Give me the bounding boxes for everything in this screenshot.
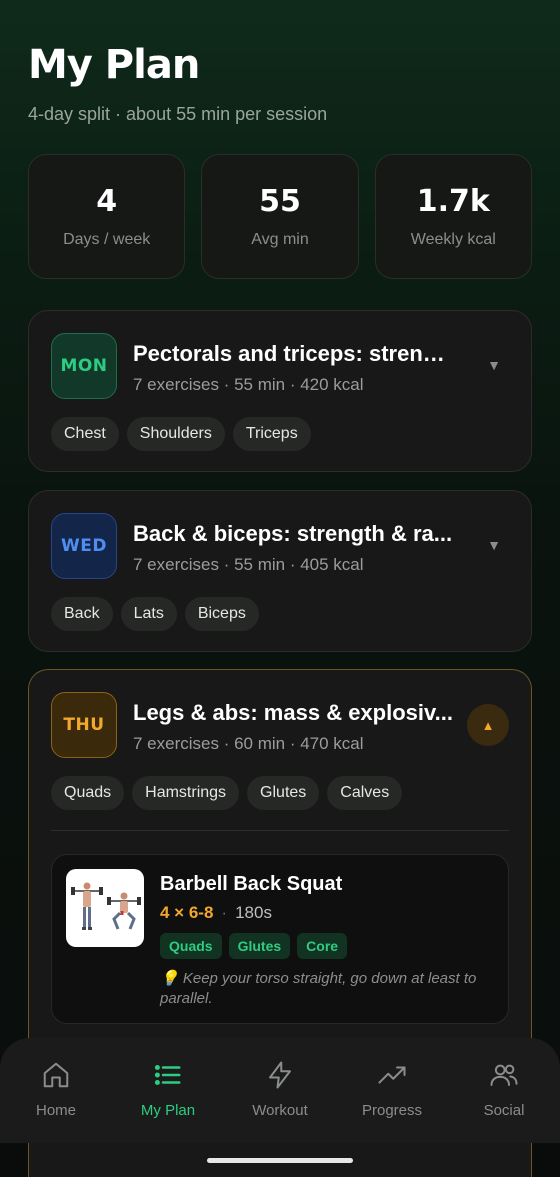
muscle-tag: Quads <box>51 776 125 810</box>
divider <box>51 830 509 831</box>
trending-up-icon <box>378 1066 406 1084</box>
chevron-down-icon[interactable]: ▼ <box>487 357 501 373</box>
stat-value: 55 <box>259 184 301 219</box>
stat-value: 4 <box>96 184 118 219</box>
muscle-tag: Shoulders <box>126 417 225 451</box>
page-title: My Plan <box>28 42 200 88</box>
stat-days-per-week: 4 Days / week <box>28 154 186 279</box>
nav-social[interactable]: Social <box>454 1060 554 1119</box>
muscle-tag: Back <box>51 597 113 631</box>
nav-workout[interactable]: Workout <box>230 1060 330 1119</box>
day-card-title: Back & biceps: strength & ra... <box>133 521 453 546</box>
nav-label: Progress <box>361 1102 423 1119</box>
day-card-title: Legs & abs: mass & explosiv... <box>133 700 453 725</box>
nav-label: My Plan <box>140 1102 196 1119</box>
stat-label: Avg min <box>251 231 309 248</box>
list-icon <box>154 1065 181 1085</box>
exercise-rest: 180s <box>235 903 272 922</box>
muscle-tags: Quads Hamstrings Glutes Calves <box>51 776 403 810</box>
lightning-icon <box>269 1061 291 1089</box>
muscle-tag: Biceps <box>184 597 259 631</box>
day-badge: MON <box>51 333 117 399</box>
stat-avg-min: 55 Avg min <box>201 154 359 279</box>
page-subtitle: 4-day split · about 55 min per session <box>28 104 328 124</box>
nav-home[interactable]: Home <box>6 1060 106 1119</box>
muscle-tag: Calves <box>327 776 403 810</box>
muscle-tag: Hamstrings <box>132 776 240 810</box>
nav-label: Home <box>35 1102 76 1119</box>
stat-weekly-kcal: 1.7k Weekly kcal <box>374 154 532 279</box>
stat-label: Days / week <box>63 231 151 248</box>
exercise-sets: 4 × 6-8 <box>160 903 214 922</box>
exercise-muscle-tag: Core <box>297 933 348 959</box>
bottom-nav: Home My Plan Workout Progress Social <box>0 1038 560 1143</box>
nav-label: Workout <box>252 1102 308 1119</box>
chevron-up-icon[interactable]: ▲ <box>467 704 509 746</box>
page-header: My Plan 4-day split · about 55 min per s… <box>28 42 532 125</box>
day-badge: WED <box>51 513 117 579</box>
day-card-wed[interactable]: WED Back & biceps: strength & ra... 7 ex… <box>28 490 532 652</box>
exercise-muscle-tags: Quads Glutes Core <box>160 933 348 959</box>
nav-label: Social <box>483 1102 525 1119</box>
muscle-tag: Lats <box>120 597 177 631</box>
exercise-thumbnail <box>66 869 144 947</box>
muscle-tags: Chest Shoulders Triceps <box>51 417 311 451</box>
nav-progress[interactable]: Progress <box>342 1060 442 1119</box>
muscle-tag: Chest <box>51 417 119 451</box>
stat-label: Weekly kcal <box>410 231 496 248</box>
muscle-tags: Back Lats Biceps <box>51 597 259 631</box>
home-indicator <box>207 1158 353 1163</box>
home-icon <box>43 1062 69 1088</box>
stat-value: 1.7k <box>416 184 490 219</box>
muscle-tag: Glutes <box>247 776 320 810</box>
day-card-meta: 7 exercises · 55 min · 405 kcal <box>133 555 364 574</box>
users-icon <box>490 1064 518 1086</box>
separator: · <box>221 903 228 922</box>
exercise-name: Barbell Back Squat <box>160 873 343 895</box>
exercise-muscle-tag: Glutes <box>228 933 291 959</box>
day-card-meta: 7 exercises · 60 min · 470 kcal <box>133 734 364 753</box>
exercise-prescription: 4 × 6-8 · 180s <box>160 903 272 923</box>
chevron-down-icon[interactable]: ▼ <box>487 537 501 553</box>
muscle-tag: Triceps <box>232 417 311 451</box>
exercise-card[interactable]: Barbell Back Squat 4 × 6-8 · 180s Quads … <box>51 854 509 1024</box>
day-card-title: Pectorals and triceps: streng... <box>133 341 453 366</box>
nav-my-plan[interactable]: My Plan <box>118 1060 218 1119</box>
day-badge: THU <box>51 692 117 758</box>
exercise-tip: 💡 Keep your torso straight, go down at l… <box>160 970 477 1007</box>
exercise-muscle-tag: Quads <box>160 933 222 959</box>
stats-row: 4 Days / week 55 Avg min 1.7k Weekly kca… <box>28 154 532 279</box>
day-card-mon[interactable]: MON Pectorals and triceps: streng... 7 e… <box>28 310 532 472</box>
day-card-meta: 7 exercises · 55 min · 420 kcal <box>133 375 364 394</box>
